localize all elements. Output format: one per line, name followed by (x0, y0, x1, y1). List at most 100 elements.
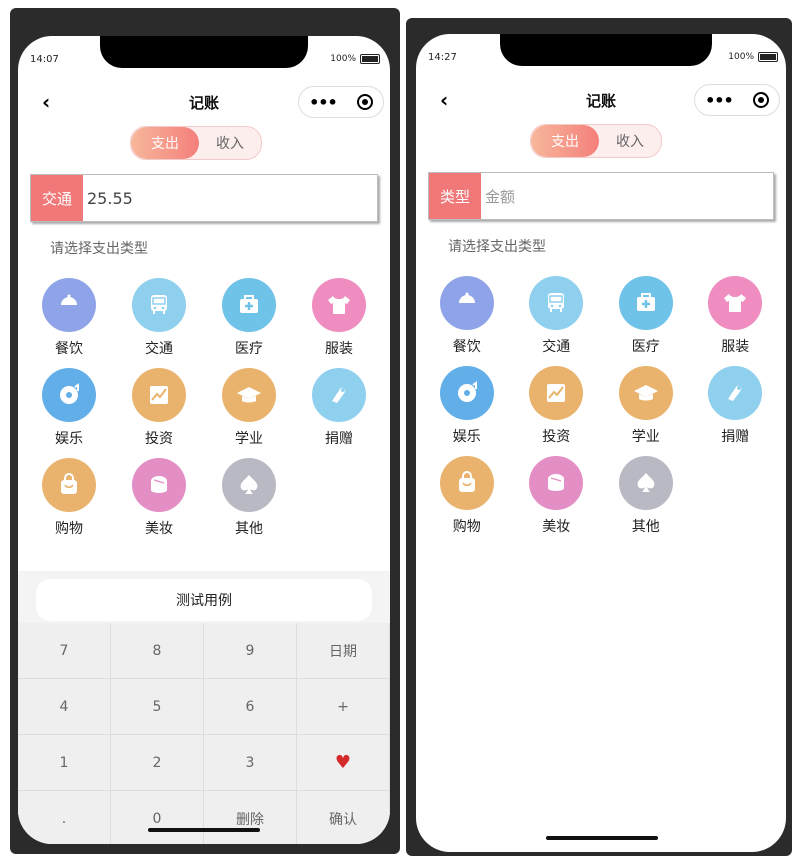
category-item[interactable]: 学业 (601, 366, 691, 454)
close-target-icon[interactable] (356, 94, 373, 110)
category-label: 交通 (145, 341, 173, 357)
category-item[interactable]: 投资 (512, 366, 602, 454)
category-item[interactable]: 其他 (204, 458, 294, 546)
category-item[interactable]: 美妆 (512, 456, 602, 544)
category-hint: 请选择支出类型 (50, 241, 148, 257)
key-button[interactable]: 0 (111, 791, 204, 844)
category-item[interactable]: 学业 (204, 368, 294, 456)
bag-icon (42, 458, 96, 512)
category-label: 其他 (631, 519, 660, 535)
amount-value[interactable]: 25.55 (83, 175, 133, 221)
test-case-button[interactable]: 测试用例 (36, 579, 372, 621)
tab-income[interactable]: 收入 (599, 125, 661, 157)
key-button[interactable]: 6 (204, 679, 297, 735)
category-label: 娱乐 (55, 431, 83, 447)
battery-percent: 100% (330, 54, 356, 64)
category-label: 医疗 (235, 341, 263, 357)
category-label: 学业 (631, 429, 660, 445)
key-button[interactable]: 3 (204, 735, 297, 791)
donate-icon (708, 366, 763, 420)
cloche-icon (42, 278, 96, 332)
left-phone-screen: 14:07 100% ‹ 记账 ••• 支出 收入 交通 25.55 请选择支出… (18, 36, 390, 844)
category-item[interactable]: 医疗 (601, 276, 691, 364)
category-item[interactable]: 服装 (294, 278, 384, 366)
category-item[interactable]: 娱乐 (24, 368, 114, 456)
shirt-icon (708, 276, 763, 330)
category-item[interactable]: 其他 (601, 456, 691, 544)
category-grid: 餐饮 交通 医疗 服装娱乐 投资 学业 捐赠购物 美妆 其他 (24, 278, 384, 546)
category-label: 美妆 (145, 521, 173, 537)
category-label: 学业 (235, 431, 263, 447)
home-indicator (148, 828, 260, 832)
key-button[interactable]: 1 (18, 735, 111, 791)
category-item[interactable]: 捐赠 (691, 366, 781, 454)
key-button[interactable]: 确认 (297, 791, 390, 844)
amount-placeholder[interactable]: 金额 (481, 173, 515, 219)
key-button[interactable]: . (18, 791, 111, 844)
category-item[interactable]: 医疗 (204, 278, 294, 366)
category-item[interactable]: 购物 (24, 458, 114, 546)
key-button[interactable]: 日期 (297, 623, 390, 679)
category-label: 购物 (452, 519, 481, 535)
status-time: 14:27 (428, 52, 457, 63)
category-hint: 请选择支出类型 (448, 239, 546, 255)
category-tag: 交通 (31, 175, 83, 221)
key-button[interactable]: 9 (204, 623, 297, 679)
category-label: 购物 (55, 521, 83, 537)
category-item[interactable]: 美妆 (114, 458, 204, 546)
more-menu-icon[interactable]: ••• (705, 91, 734, 110)
category-item[interactable]: 服装 (691, 276, 781, 364)
category-item[interactable]: 投资 (114, 368, 204, 456)
category-item[interactable]: 餐饮 (422, 276, 512, 364)
category-label: 捐赠 (721, 429, 750, 445)
right-phone-screen: 14:27 100% ‹ 记账 ••• 支出 收入 类型 金额 请选择支出类型 … (416, 34, 786, 852)
home-indicator (546, 836, 658, 840)
category-label: 服装 (721, 339, 750, 355)
more-menu-icon[interactable]: ••• (309, 93, 338, 112)
category-item[interactable]: 交通 (512, 276, 602, 364)
category-label: 服装 (325, 341, 353, 357)
category-label: 其他 (235, 521, 263, 537)
key-button[interactable]: 5 (111, 679, 204, 735)
key-button[interactable]: 4 (18, 679, 111, 735)
battery-icon (758, 52, 778, 62)
tab-expense[interactable]: 支出 (131, 127, 199, 159)
category-item[interactable]: 娱乐 (422, 366, 512, 454)
key-button[interactable]: + (297, 679, 390, 735)
donate-icon (312, 368, 366, 422)
tab-expense[interactable]: 支出 (531, 125, 599, 157)
heart-icon[interactable]: ♥ (297, 735, 390, 791)
category-label: 交通 (542, 339, 571, 355)
category-label: 美妆 (542, 519, 571, 535)
amount-field[interactable]: 交通 25.55 (30, 174, 378, 222)
category-item[interactable]: 交通 (114, 278, 204, 366)
category-label: 投资 (145, 431, 173, 447)
chart-trend-icon (132, 368, 186, 422)
bag-icon (439, 456, 494, 510)
mini-program-capsule: ••• (694, 84, 780, 116)
amount-field[interactable]: 类型 金额 (428, 172, 774, 220)
bus-icon (132, 278, 186, 332)
battery-status: 100% (330, 54, 380, 64)
tab-income[interactable]: 收入 (199, 127, 261, 159)
category-label: 餐饮 (452, 339, 481, 355)
battery-percent: 100% (728, 52, 754, 62)
category-item[interactable]: 购物 (422, 456, 512, 544)
category-tag: 类型 (429, 173, 481, 219)
navbar: ‹ 记账 ••• (18, 86, 390, 118)
category-item[interactable]: 捐赠 (294, 368, 384, 456)
category-item[interactable]: 餐饮 (24, 278, 114, 366)
type-toggle: 支出 收入 (530, 124, 662, 158)
notch (100, 36, 308, 68)
grad-cap-icon (618, 366, 673, 420)
key-button[interactable]: 7 (18, 623, 111, 679)
navbar: ‹ 记账 ••• (416, 84, 786, 116)
key-button[interactable]: 8 (111, 623, 204, 679)
makeup-icon (132, 458, 186, 512)
battery-status: 100% (728, 52, 778, 62)
close-target-icon[interactable] (752, 92, 769, 108)
key-button[interactable]: 2 (111, 735, 204, 791)
key-button[interactable]: 删除 (204, 791, 297, 844)
left-phone-frame: 14:07 100% ‹ 记账 ••• 支出 收入 交通 25.55 请选择支出… (10, 8, 400, 854)
mini-program-capsule: ••• (298, 86, 384, 118)
